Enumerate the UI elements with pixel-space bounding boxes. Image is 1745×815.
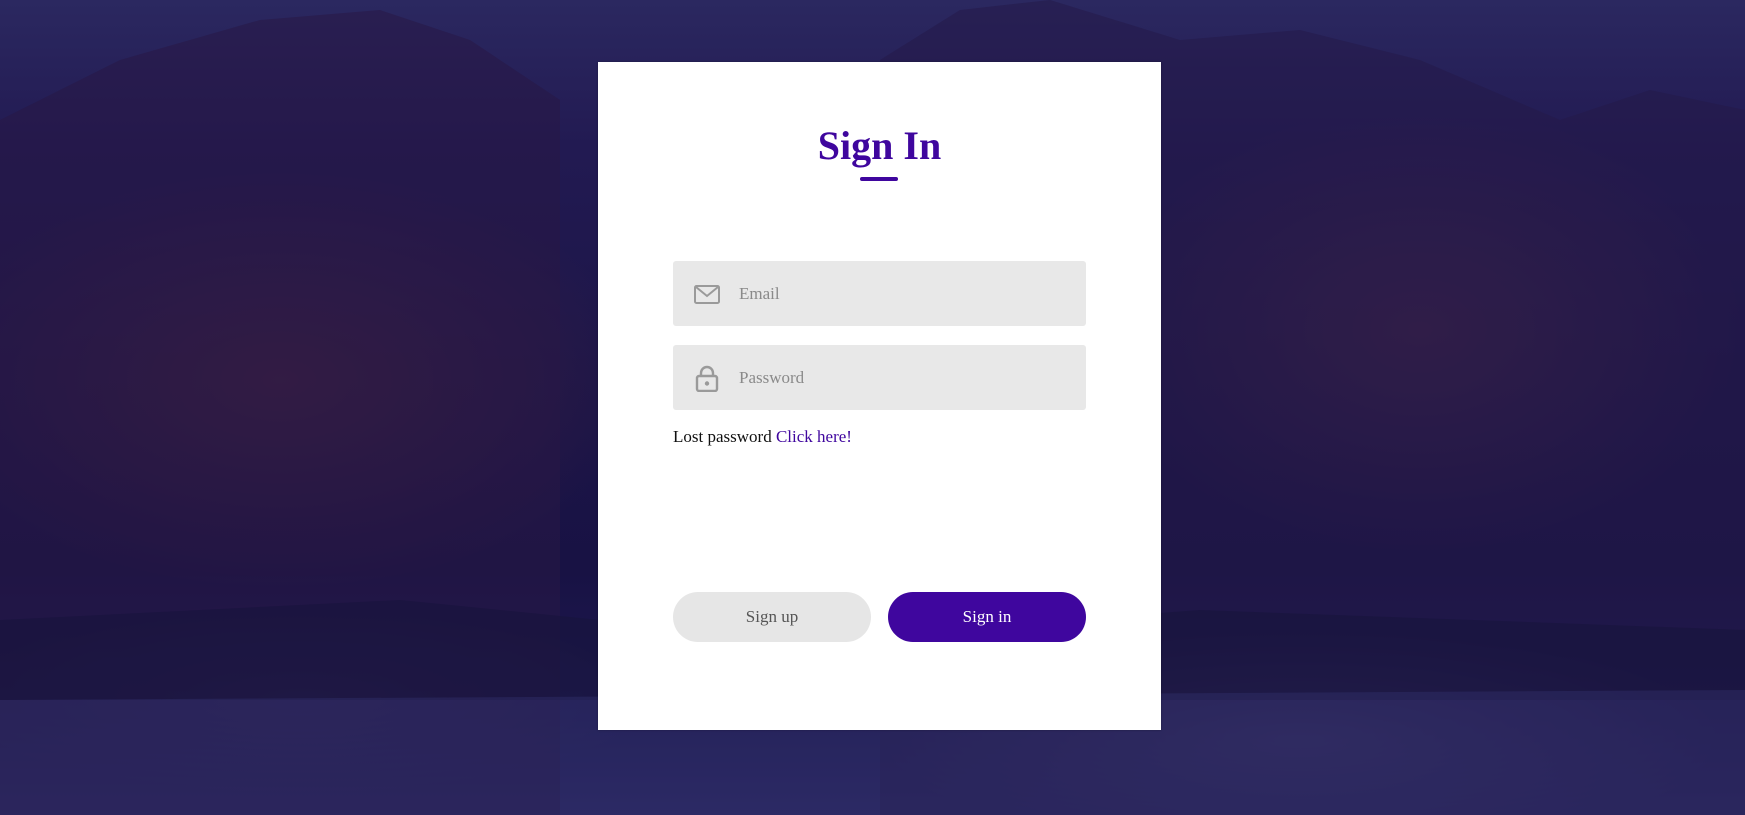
title-underline	[860, 177, 898, 181]
lost-password-label: Lost password	[673, 427, 776, 446]
password-field[interactable]	[673, 345, 1086, 410]
lost-password-link[interactable]: Click here!	[776, 427, 852, 446]
mail-icon	[694, 285, 720, 304]
page-title: Sign In	[817, 123, 942, 168]
sign-in-button[interactable]: Sign in	[888, 592, 1086, 642]
password-input[interactable]	[739, 345, 1069, 410]
sign-in-card: Sign In Lost password Click here! Sign u…	[598, 62, 1161, 730]
email-input[interactable]	[739, 261, 1069, 326]
lost-password-row: Lost password Click here!	[673, 427, 852, 447]
lock-icon	[695, 365, 719, 392]
email-field[interactable]	[673, 261, 1086, 326]
sign-up-button[interactable]: Sign up	[673, 592, 871, 642]
